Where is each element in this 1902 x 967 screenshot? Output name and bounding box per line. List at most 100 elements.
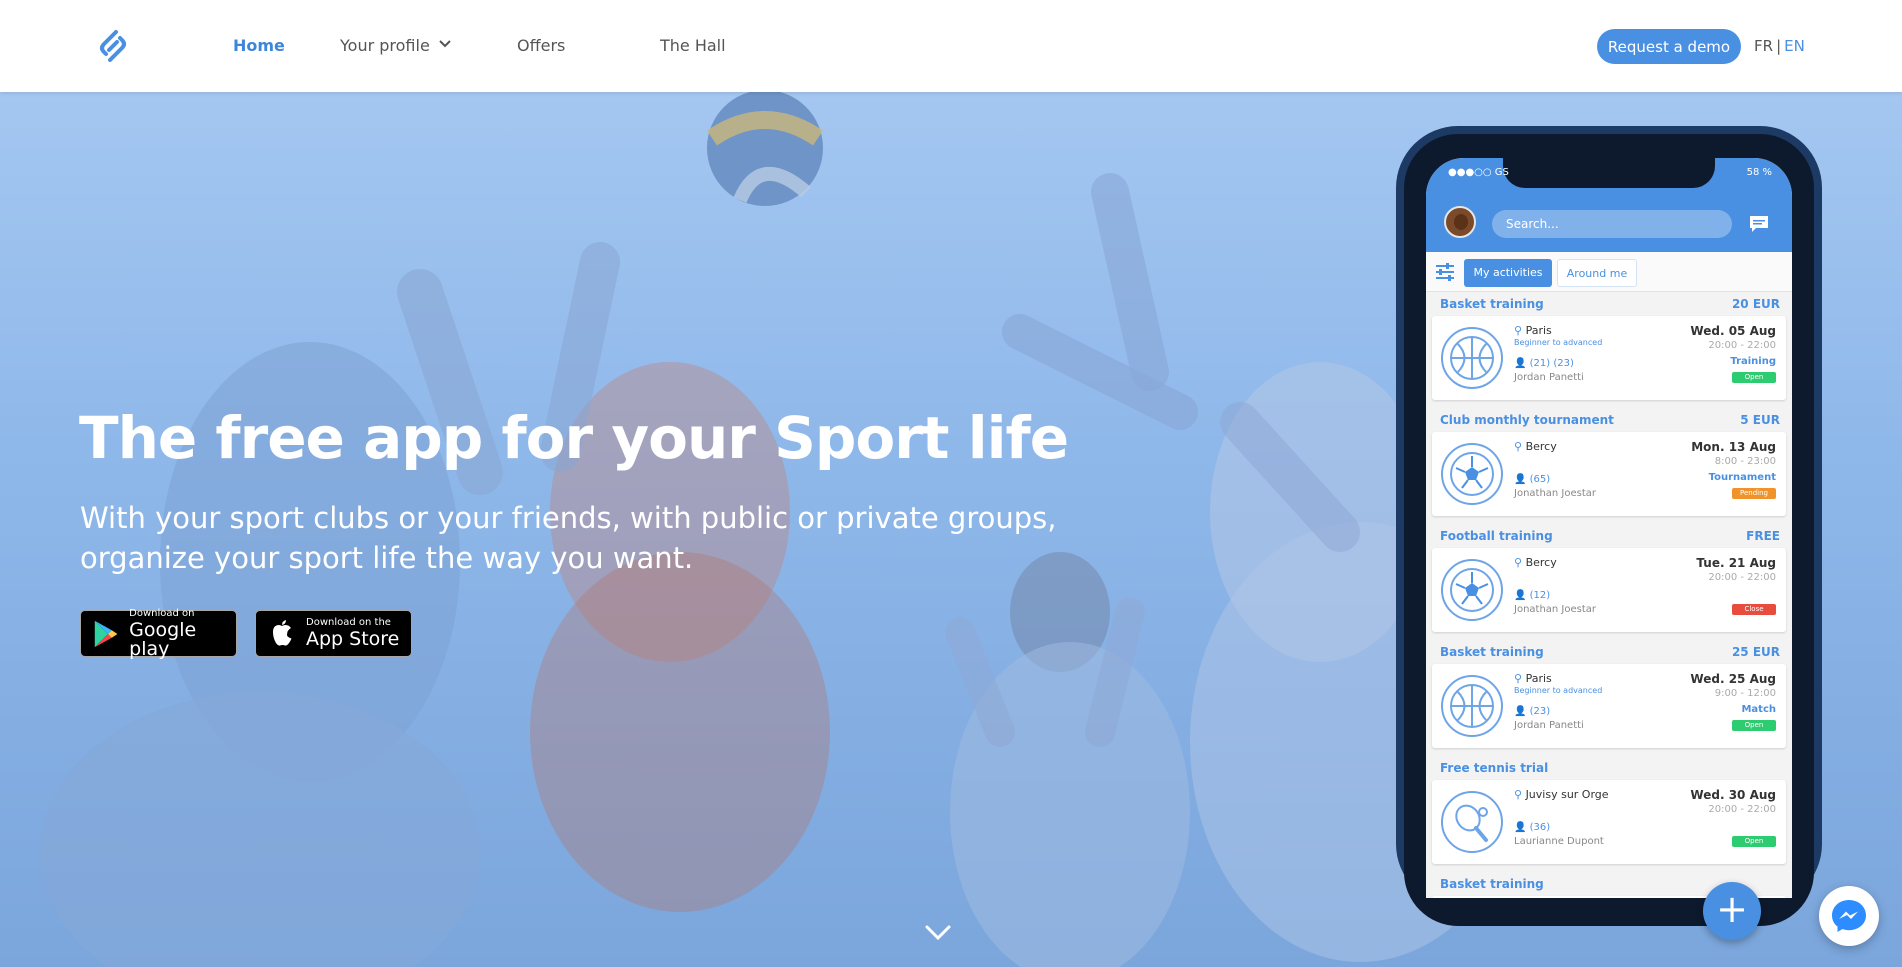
lang-separator: | — [1776, 37, 1782, 55]
activity-participants: 👤 (36) — [1514, 822, 1551, 833]
person-icon: 👤 — [1514, 358, 1527, 369]
activity-participants: 👤 (12) — [1514, 590, 1551, 601]
football-icon — [1441, 443, 1503, 505]
tab-my-activities[interactable]: My activities — [1464, 259, 1552, 287]
phone-notch — [1503, 158, 1715, 188]
messenger-icon — [1832, 900, 1866, 932]
activity-time: 20:00 - 22:00 — [1708, 340, 1776, 351]
activity-price: FREE — [1746, 529, 1780, 543]
phone-mockup: ●●●○○ GS 58 % Search... My activities Ar… — [1396, 126, 1822, 926]
location-pin-icon: ⚲ — [1514, 556, 1523, 569]
activity-organizer: Jordan Panetti — [1514, 720, 1584, 731]
activity-time: 20:00 - 22:00 — [1708, 572, 1776, 583]
activity-place: ⚲ Paris — [1514, 324, 1552, 337]
app-store-badge[interactable]: Download on the App Store — [255, 610, 412, 657]
activity-participants: 👤 (21) (23) — [1514, 358, 1574, 369]
activity-item[interactable]: Basket training 20 EUR ⚲ Paris Beginner to … — [1426, 292, 1792, 408]
activity-title: Basket training — [1440, 645, 1544, 659]
activity-time: 8:00 - 23:00 — [1714, 456, 1776, 467]
activity-card[interactable]: ⚲ Paris Beginner to advanced 👤 (23) Jordan … — [1432, 664, 1786, 748]
phone-screen: ●●●○○ GS 58 % Search... My activities Ar… — [1426, 158, 1792, 898]
add-activity-button[interactable]: + — [1703, 882, 1761, 940]
person-icon: 👤 — [1514, 590, 1527, 601]
request-demo-button[interactable]: Request a demo — [1597, 29, 1741, 64]
status-badge: Open — [1732, 372, 1776, 383]
google-play-badge[interactable]: Download on Google play — [80, 607, 237, 660]
location-pin-icon: ⚲ — [1514, 324, 1523, 337]
activity-feed: Basket training 20 EUR ⚲ Paris Beginner to … — [1426, 292, 1792, 898]
activity-date: Wed. 25 Aug — [1690, 672, 1776, 686]
activity-organizer: Laurianne Dupont — [1514, 836, 1604, 847]
activity-item[interactable]: Basket training 25 EUR ⚲ Paris Beginner to … — [1426, 640, 1792, 756]
status-carrier: ●●●○○ GS — [1448, 167, 1509, 178]
activity-type: Tournament — [1708, 472, 1776, 483]
activity-price: 25 EUR — [1731, 645, 1780, 659]
google-badge-small-text: Download on — [129, 607, 195, 619]
activity-organizer: Jordan Panetti — [1514, 372, 1584, 383]
activity-title: Football training — [1440, 529, 1553, 543]
basketball-icon — [1441, 327, 1503, 389]
status-badge: Open — [1732, 836, 1776, 847]
activity-place: ⚲ Bercy — [1514, 556, 1557, 569]
activity-card[interactable]: ⚲ Paris Beginner to advanced 👤 (21) (23) Jo… — [1432, 316, 1786, 400]
activity-participants: 👤 (23) — [1514, 706, 1551, 717]
tennis-icon — [1441, 791, 1503, 853]
nav-home-link[interactable]: Home — [233, 36, 285, 55]
activity-item[interactable]: Football training FREE ⚲ Bercy 👤 (12) Jonath… — [1426, 524, 1792, 640]
person-icon: 👤 — [1514, 822, 1527, 833]
apple-icon — [273, 619, 292, 646]
apple-badge-big-text: App Store — [306, 628, 400, 650]
status-badge: Close — [1732, 604, 1776, 615]
lang-fr-link[interactable]: FR — [1754, 37, 1773, 55]
activity-place: ⚲ Paris — [1514, 672, 1552, 685]
google-badge-big-text: Google play — [129, 618, 197, 660]
activity-level: Beginner to advanced — [1514, 686, 1603, 695]
scroll-down-chevron-icon[interactable] — [924, 924, 952, 942]
nav-profile-link[interactable]: Your profile — [340, 36, 430, 55]
person-icon: 👤 — [1514, 474, 1527, 485]
activity-place: ⚲ Juvisy sur Orge — [1514, 788, 1609, 801]
activity-filter-bar: My activities Around me — [1426, 252, 1792, 292]
activity-item[interactable]: Club monthly tournament 5 EUR ⚲ Bercy 👤 (65… — [1426, 408, 1792, 524]
chevron-down-icon[interactable] — [438, 39, 452, 49]
activity-item[interactable]: Free tennis trial ⚲ Juvisy sur Orge 👤 (36)… — [1426, 756, 1792, 872]
activity-time: 20:00 - 22:00 — [1708, 804, 1776, 815]
person-icon: 👤 — [1514, 706, 1527, 717]
status-badge: Open — [1732, 720, 1776, 731]
hero-subtitle: With your sport clubs or your friends, w… — [80, 501, 1057, 575]
brand-logo-icon[interactable] — [96, 28, 130, 64]
app-search-input[interactable]: Search... — [1492, 210, 1732, 238]
status-battery: 58 % — [1746, 167, 1772, 178]
chat-icon[interactable] — [1748, 214, 1770, 234]
avatar[interactable] — [1444, 206, 1476, 238]
location-pin-icon: ⚲ — [1514, 440, 1523, 453]
activity-organizer: Jonathan Joestar — [1514, 488, 1597, 499]
activity-date: Mon. 13 Aug — [1691, 440, 1776, 454]
messenger-chat-button[interactable] — [1819, 886, 1879, 946]
nav-offers-link[interactable]: Offers — [517, 36, 565, 55]
top-navbar: Home Your profile Offers The Hall Reques… — [0, 0, 1902, 92]
activity-level: Beginner to advanced — [1514, 338, 1603, 347]
activity-price: 5 EUR — [1740, 413, 1780, 427]
apple-badge-small-text: Download on the — [306, 617, 391, 628]
activity-card[interactable]: ⚲ Bercy 👤 (65) Jonathan Joestar Mon. 13 Aug… — [1432, 432, 1786, 516]
activity-title: Free tennis trial — [1440, 761, 1549, 775]
activity-card[interactable]: ⚲ Bercy 👤 (12) Jonathan Joestar Tue. 21 Aug… — [1432, 548, 1786, 632]
activity-date: Wed. 30 Aug — [1690, 788, 1776, 802]
status-badge: Pending — [1732, 488, 1776, 499]
lang-en-link[interactable]: EN — [1784, 37, 1805, 55]
activity-type: Match — [1741, 704, 1776, 715]
activity-card[interactable]: ⚲ Juvisy sur Orge 👤 (36) Laurianne Dupont W… — [1432, 780, 1786, 864]
activity-price: 20 EUR — [1731, 297, 1780, 311]
tab-around-me[interactable]: Around me — [1557, 259, 1637, 287]
activity-organizer: Jonathan Joestar — [1514, 604, 1597, 615]
language-switcher: FR | EN — [1754, 37, 1805, 55]
football-icon — [1441, 559, 1503, 621]
activity-type: Training — [1730, 356, 1776, 367]
activity-time: 9:00 - 12:00 — [1714, 688, 1776, 699]
google-play-icon — [94, 620, 118, 647]
nav-hall-link[interactable]: The Hall — [660, 36, 726, 55]
sliders-icon[interactable] — [1434, 262, 1456, 282]
activity-participants: 👤 (65) — [1514, 474, 1551, 485]
location-pin-icon: ⚲ — [1514, 672, 1523, 685]
